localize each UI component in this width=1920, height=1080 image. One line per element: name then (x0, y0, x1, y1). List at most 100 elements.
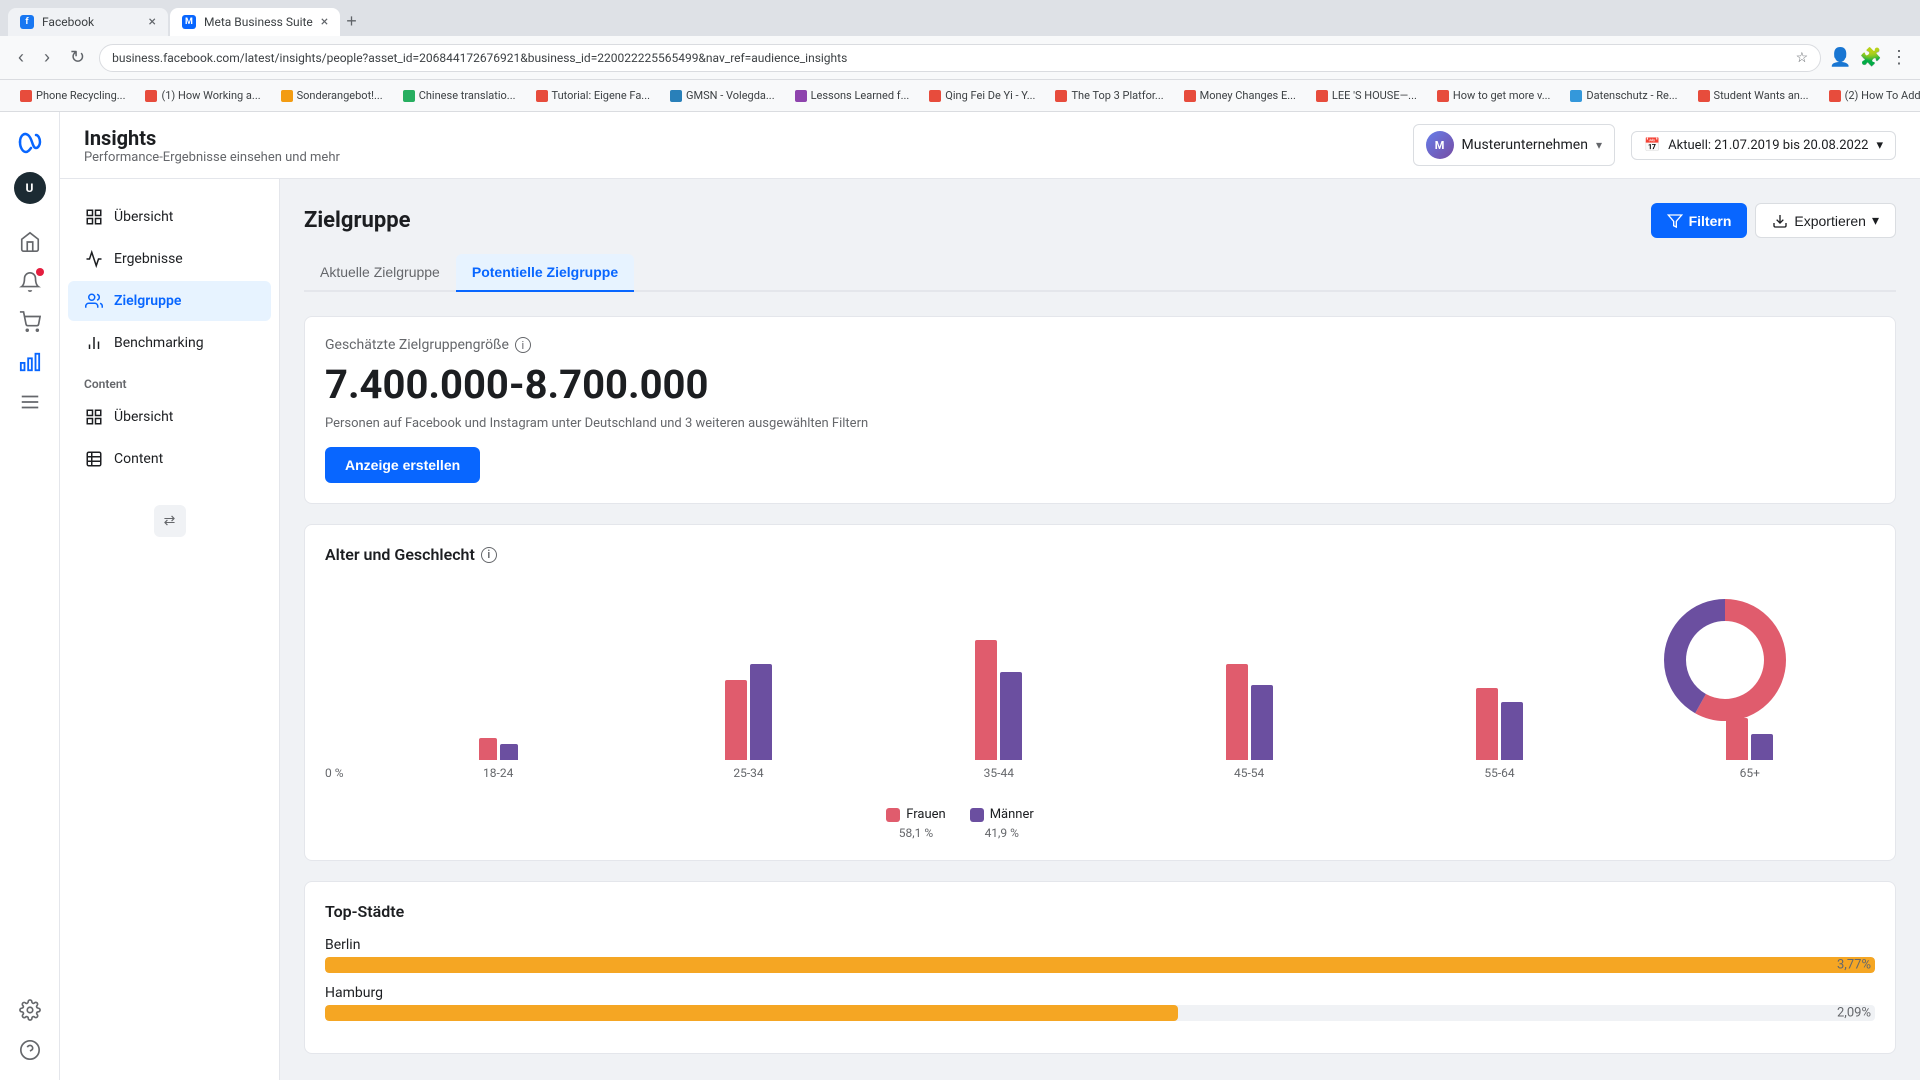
bar-frauen-35-44 (975, 640, 997, 760)
bookmark-chinese[interactable]: Chinese translatio... (395, 87, 524, 104)
tab-facebook[interactable]: f Facebook × (8, 8, 168, 36)
bookmark-more[interactable]: How to get more v... (1429, 87, 1559, 104)
bookmark-datenschutz[interactable]: Datenschutz - Re... (1562, 87, 1685, 104)
sidebar-icon-help[interactable] (12, 1032, 48, 1068)
date-range-selector[interactable]: 📅 Aktuell: 21.07.2019 bis 20.08.2022 ▾ (1631, 131, 1896, 160)
bookmark-top3[interactable]: The Top 3 Platfor... (1047, 87, 1171, 104)
nav-item-zielgruppe[interactable]: Zielgruppe (68, 281, 271, 321)
header-title-block: Insights Performance-Ergebnisse einsehen… (84, 126, 340, 165)
filter-icon (1667, 213, 1683, 229)
bookmark-sonder[interactable]: Sonderangebot!... (273, 87, 391, 104)
nav-icon-zielgruppe (84, 291, 104, 311)
bars-18-24 (479, 738, 518, 760)
audience-info-icon[interactable]: i (515, 337, 531, 353)
sidebar-icon-analytics[interactable] (12, 344, 48, 380)
bookmark-phone[interactable]: Phone Recycling... (12, 87, 133, 104)
forward-button[interactable]: › (38, 43, 56, 72)
sidebar-icon-home[interactable] (12, 224, 48, 260)
bar-frauen-45-54 (1226, 664, 1248, 760)
tab-potenzielle[interactable]: Potentielle Zielgruppe (456, 254, 634, 292)
tab-facebook-label: Facebook (42, 15, 94, 29)
bookmark-phone-label: Phone Recycling... (36, 89, 125, 102)
bookmark-lessons[interactable]: Lessons Learned f... (787, 87, 918, 104)
tab-facebook-close[interactable]: × (149, 14, 156, 30)
bar-group-65plus: 65+ (1625, 718, 1875, 780)
url-bar[interactable]: business.facebook.com/latest/insights/pe… (99, 44, 1821, 72)
refresh-button[interactable]: ↻ (64, 43, 91, 72)
age-gender-chart-container: 0 % 18-24 (325, 580, 1875, 840)
legend-frauen: Frauen 58,1 % (886, 807, 945, 840)
sidebar-bottom (12, 992, 48, 1068)
content-layout: Übersicht Ergebnisse Zielgruppe (60, 179, 1920, 1080)
city-bar-hamburg (325, 1005, 1178, 1021)
age-gender-card: Alter und Geschlecht i (304, 524, 1896, 861)
city-pct-berlin: 3,77% (1837, 958, 1871, 973)
new-tab-button[interactable]: + (342, 7, 361, 36)
city-pct-hamburg: 2,09% (1837, 1006, 1871, 1021)
bar-frauen-55-64 (1476, 688, 1498, 760)
bookmark-sonder-label: Sonderangebot!... (297, 89, 383, 102)
bookmark-lee[interactable]: LEE 'S HOUSE—... (1308, 87, 1425, 104)
legend-dot-frauen (886, 808, 900, 822)
company-selector[interactable]: M Musterunternehmen ▾ (1413, 124, 1615, 166)
browser-chrome: f Facebook × M Meta Business Suite × + (0, 0, 1920, 36)
create-ad-button[interactable]: Anzeige erstellen (325, 447, 480, 483)
nav-label-ergebnisse: Ergebnisse (114, 251, 183, 267)
tab-aktuelle[interactable]: Aktuelle Zielgruppe (304, 254, 456, 292)
top-cities-title: Top-Städte (325, 902, 1875, 921)
nav-item-content[interactable]: Content (68, 439, 271, 479)
app-subtitle: Performance-Ergebnisse einsehen und mehr (84, 150, 340, 165)
export-button[interactable]: Exportieren ▾ (1755, 203, 1896, 238)
sidebar-icon-orders[interactable] (12, 304, 48, 340)
browser-actions: 👤 🧩 ⋮ (1829, 47, 1908, 68)
sidebar-icon-settings[interactable] (12, 992, 48, 1028)
city-bar-container-hamburg: 2,09% (325, 1005, 1875, 1021)
nav-label-content: Content (114, 451, 163, 467)
nav-item-content-uebersicht[interactable]: Übersicht (68, 397, 271, 437)
bookmark-working[interactable]: (1) How Working a... (137, 87, 268, 104)
bar-label-35-44: 35-44 (984, 766, 1014, 780)
bookmark-money[interactable]: Money Changes E... (1176, 87, 1304, 104)
bar-maenner-18-24 (500, 744, 518, 760)
main-panel: Zielgruppe Filtern Exportieren ▾ (280, 179, 1920, 1080)
legend-label-frauen: Frauen (906, 807, 945, 822)
back-button[interactable]: ‹ (12, 43, 30, 72)
bar-group-35-44: 35-44 (874, 640, 1124, 780)
content-section-label: Content (60, 365, 279, 395)
bars-35-44 (975, 640, 1022, 760)
bookmark-gmsn[interactable]: GMSN - Volegda... (662, 87, 783, 104)
filter-btn-label: Filtern (1689, 213, 1732, 229)
sidebar-icon-notifications[interactable] (12, 264, 48, 300)
tab-meta-close[interactable]: × (321, 14, 328, 30)
nav-label-content-uebersicht: Übersicht (114, 409, 173, 425)
nav-label-zielgruppe: Zielgruppe (114, 293, 181, 309)
nav-sidebar: Übersicht Ergebnisse Zielgruppe (60, 179, 280, 1080)
bookmark-money-label: Money Changes E... (1200, 89, 1296, 102)
bookmark-student[interactable]: Student Wants an... (1690, 87, 1817, 104)
audience-size-label: Geschätzte Zielgruppengröße i (325, 337, 1875, 353)
collapse-button[interactable]: ⇄ (154, 505, 186, 537)
page-header: Zielgruppe Filtern Exportieren ▾ (304, 203, 1896, 238)
age-gender-info-icon[interactable]: i (481, 547, 497, 563)
menu-icon: ⋮ (1890, 47, 1908, 68)
sidebar-collapse-area: ⇄ (60, 481, 279, 537)
nav-icon-content (84, 449, 104, 469)
nav-item-ergebnisse[interactable]: Ergebnisse (68, 239, 271, 279)
nav-icon-uebersicht (84, 207, 104, 227)
sidebar-icon-menu[interactable] (12, 384, 48, 420)
bar-label-18-24: 18-24 (483, 766, 513, 780)
bar-frauen-18-24 (479, 738, 497, 760)
company-chevron-icon: ▾ (1596, 138, 1602, 152)
tab-meta[interactable]: M Meta Business Suite × (170, 8, 340, 36)
profile-icon: 👤 (1829, 47, 1851, 68)
filter-button[interactable]: Filtern (1651, 203, 1748, 238)
app: U Insi (0, 112, 1920, 1080)
company-name: Musterunternehmen (1462, 137, 1588, 153)
bookmark-tutorial[interactable]: Tutorial: Eigene Fa... (528, 87, 659, 104)
avatar[interactable]: U (14, 172, 46, 204)
bookmark-howto[interactable]: (2) How To Add A... (1821, 87, 1920, 104)
nav-item-uebersicht[interactable]: Übersicht (68, 197, 271, 237)
bookmark-qing[interactable]: Qing Fei De Yi - Y... (921, 87, 1043, 104)
nav-item-benchmarking[interactable]: Benchmarking (68, 323, 271, 363)
nav-icon-benchmarking (84, 333, 104, 353)
